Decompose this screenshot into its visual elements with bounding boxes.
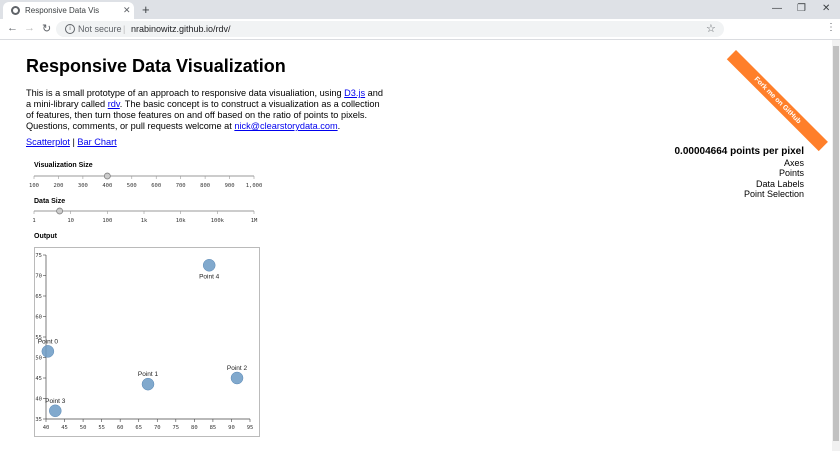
viz-size-slider-tick-label: 1,000 bbox=[246, 183, 263, 189]
data-size-slider-tick-label: 1 bbox=[32, 218, 35, 224]
x-tick-label: 65 bbox=[135, 425, 142, 431]
data-size-slider[interactable]: 1 10 100 1k 10k 100k 1M bbox=[28, 206, 264, 226]
viz-size-label: Visualization Size bbox=[34, 162, 93, 169]
data-size-slider-tick-label: 100k bbox=[211, 218, 225, 224]
viz-size-slider-tick-label: 800 bbox=[200, 183, 210, 189]
feature-item: Axes bbox=[783, 157, 804, 168]
data-point[interactable] bbox=[202, 259, 216, 272]
globe-icon bbox=[11, 6, 20, 15]
data-label: Point 4 bbox=[199, 273, 220, 280]
data-size-label: Data Size bbox=[34, 198, 66, 205]
y-tick-label: 65 bbox=[35, 294, 42, 300]
viz-size-slider-tick-label: 700 bbox=[176, 183, 186, 189]
bar-chart-link[interactable]: Bar Chart bbox=[77, 137, 116, 147]
data-size-slider-tick-label: 100 bbox=[102, 218, 112, 224]
scrollbar-thumb[interactable] bbox=[833, 46, 839, 441]
data-label: Point 3 bbox=[45, 398, 66, 405]
chart-frame bbox=[34, 247, 260, 437]
viz-size-slider-tick-label: 300 bbox=[78, 183, 88, 189]
feature-item: Data Labels bbox=[755, 178, 804, 189]
intro-paragraph: This is a small prototype of an approach… bbox=[26, 88, 386, 132]
y-tick-label: 70 bbox=[35, 274, 42, 280]
viz-size-slider-tick-label: 200 bbox=[53, 183, 63, 189]
github-ribbon[interactable]: Fork me on GitHub bbox=[726, 50, 828, 152]
data-point[interactable] bbox=[141, 377, 155, 391]
data-size-slider-tick-label: 10k bbox=[176, 218, 187, 224]
info-icon[interactable]: i bbox=[65, 24, 75, 34]
x-tick-label: 75 bbox=[173, 425, 180, 431]
x-tick-label: 45 bbox=[61, 425, 68, 431]
minimize-icon[interactable]: — bbox=[772, 3, 782, 14]
intro-text: This is a small prototype of an approach… bbox=[26, 88, 345, 98]
x-tick-label: 90 bbox=[228, 425, 235, 431]
page-title: Responsive Data Visualization bbox=[26, 56, 286, 76]
email-link[interactable]: nick@clearstorydata.com bbox=[234, 121, 337, 131]
data-size-slider-tick-label: 1M bbox=[251, 218, 258, 224]
x-tick-label: 85 bbox=[210, 425, 217, 431]
page-content: Responsive Data Visualization This is a … bbox=[0, 40, 832, 451]
data-size-slider-tick-label: 1k bbox=[141, 218, 148, 224]
data-label: Point 1 bbox=[138, 371, 159, 378]
viz-size-slider-tick-label: 500 bbox=[127, 183, 137, 189]
security-status: Not secure bbox=[78, 24, 122, 34]
x-tick-label: 60 bbox=[117, 425, 124, 431]
scatter-chart: 40 45 50 55 60 65 70 75 80 85 90 953540455055606570… bbox=[34, 247, 260, 437]
restore-icon[interactable]: ❐ bbox=[797, 3, 806, 14]
feature-item: Point Selection bbox=[743, 189, 804, 199]
data-point[interactable] bbox=[41, 345, 55, 358]
menu-kebab-icon[interactable]: ⋮ bbox=[826, 22, 836, 33]
x-tick-label: 40 bbox=[43, 425, 50, 431]
address-bar[interactable]: i Not secure | nrabinowitz.github.io/rdv… bbox=[56, 21, 724, 37]
close-tab-icon[interactable]: ✕ bbox=[123, 5, 131, 16]
viz-size-slider-handle[interactable] bbox=[103, 172, 111, 180]
y-tick-label: 50 bbox=[35, 356, 42, 362]
data-point[interactable] bbox=[230, 371, 244, 385]
x-tick-label: 50 bbox=[80, 425, 87, 431]
y-tick-label: 35 bbox=[35, 417, 42, 423]
new-tab-button[interactable]: + bbox=[142, 2, 150, 17]
url-divider: | bbox=[123, 24, 126, 34]
viz-size-slider-tick-label: 100 bbox=[29, 183, 39, 189]
rdv-link[interactable]: rdv bbox=[108, 99, 120, 109]
scatterplot-link[interactable]: Scatterplot bbox=[26, 137, 70, 147]
data-point[interactable] bbox=[49, 404, 62, 418]
reload-icon[interactable]: ↻ bbox=[42, 22, 51, 35]
forward-icon[interactable]: → bbox=[24, 22, 35, 34]
d3js-link[interactable]: D3.js bbox=[344, 88, 365, 98]
y-tick-label: 75 bbox=[35, 253, 42, 259]
data-label: Point 0 bbox=[38, 338, 59, 345]
viz-size-slider-tick-label: 900 bbox=[225, 183, 235, 189]
tab-strip: Responsive Data Vis ✕ + — ❐ ✕ bbox=[0, 0, 840, 19]
viz-size-slider[interactable]: 100 200 300 400 500 600 700 800 900 1,000 bbox=[28, 171, 264, 191]
feature-item: Points bbox=[778, 168, 804, 178]
browser-tab[interactable]: Responsive Data Vis ✕ bbox=[3, 2, 134, 19]
y-tick-label: 40 bbox=[35, 397, 42, 403]
viz-size-slider-tick-label: 400 bbox=[102, 183, 112, 189]
viz-size-slider-tick-label: 600 bbox=[151, 183, 161, 189]
points-per-pixel: 0.00004664 points per pixel bbox=[674, 146, 804, 157]
window-close-icon[interactable]: ✕ bbox=[822, 3, 830, 14]
output-label: Output bbox=[34, 233, 57, 240]
url-text: nrabinowitz.github.io/rdv/ bbox=[131, 24, 231, 34]
data-label: Point 2 bbox=[227, 365, 248, 372]
intro-text: . bbox=[337, 121, 341, 131]
x-tick-label: 95 bbox=[247, 425, 254, 431]
x-tick-label: 70 bbox=[154, 425, 161, 431]
data-size-slider-handle[interactable] bbox=[56, 207, 63, 215]
bookmark-star-icon[interactable]: ☆ bbox=[706, 22, 716, 35]
x-tick-label: 80 bbox=[191, 425, 198, 431]
tab-title: Responsive Data Vis bbox=[25, 6, 100, 15]
y-tick-label: 45 bbox=[35, 376, 42, 382]
y-tick-label: 60 bbox=[35, 315, 42, 321]
data-size-slider-tick-label: 10 bbox=[67, 218, 74, 224]
browser-toolbar: ← → ↻ i Not secure | nrabinowitz.github.… bbox=[0, 19, 840, 53]
chart-links: Scatterplot | Bar Chart bbox=[26, 137, 117, 147]
x-tick-label: 55 bbox=[98, 425, 105, 431]
feature-panel: 0.00004664 points per pixel Axes Points … bbox=[674, 146, 804, 200]
back-icon[interactable]: ← bbox=[7, 22, 18, 34]
